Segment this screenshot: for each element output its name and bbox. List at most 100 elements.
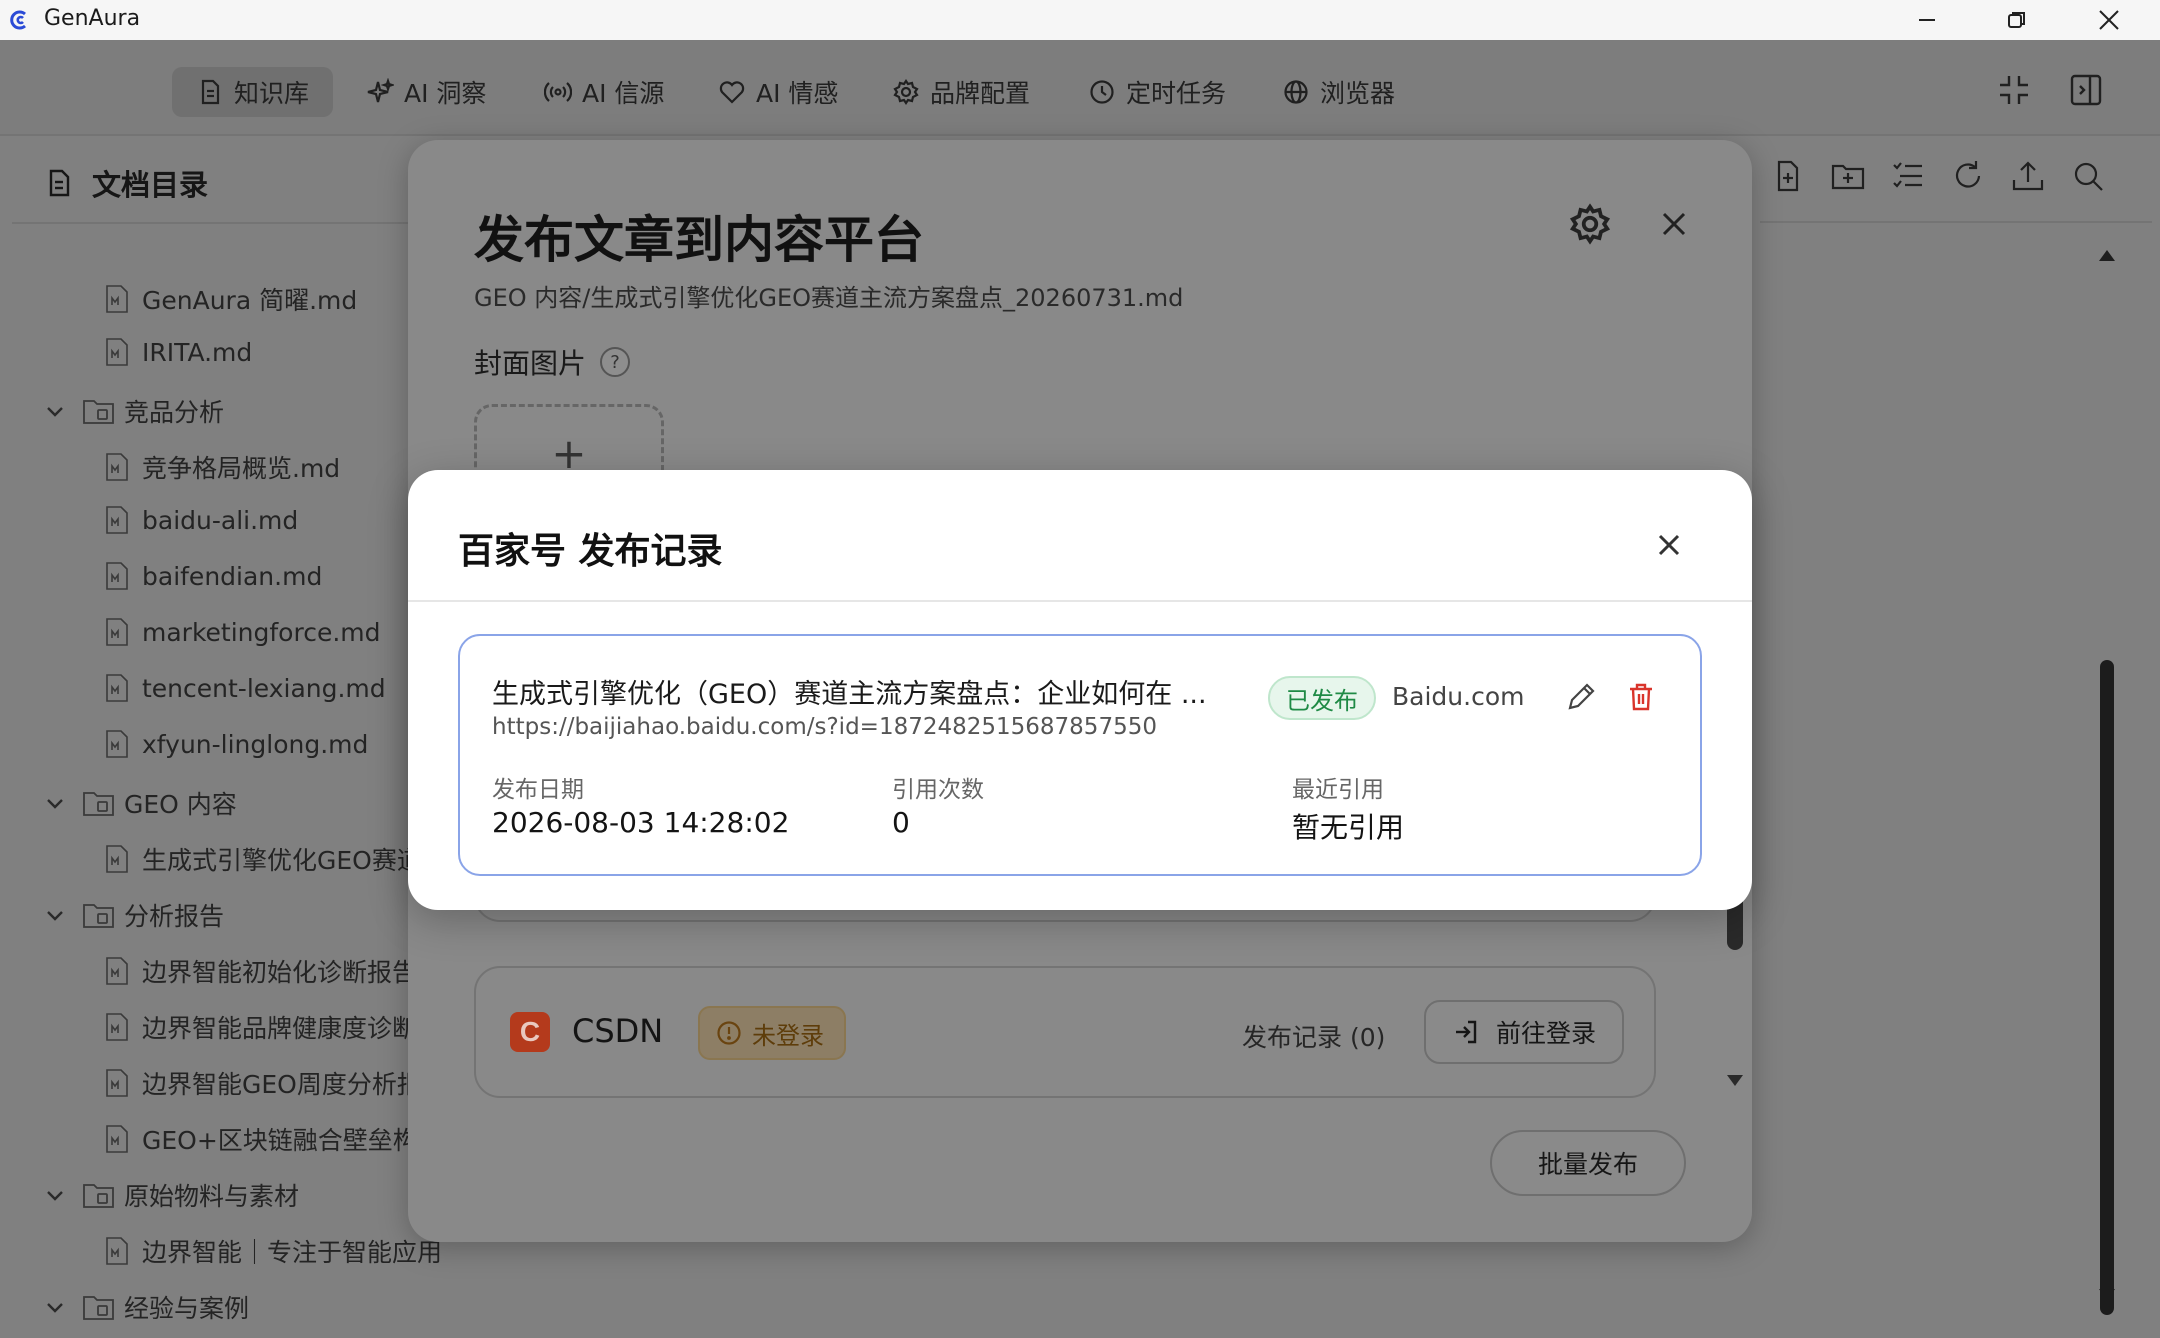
document-icon <box>201 79 220 105</box>
refresh-button[interactable] <box>1950 158 1986 198</box>
document-sidebar: 文档目录 GenAura 简曜.md IRITA.md 竞品分析竞争格局概览.md b… <box>0 138 443 1338</box>
nav-label: AI 洞察 <box>404 79 487 108</box>
chevron-down-icon[interactable] <box>44 904 66 926</box>
upload-button[interactable] <box>2010 158 2046 198</box>
folder-icon <box>82 396 116 426</box>
chevron-down-icon[interactable] <box>44 1296 66 1318</box>
markdown-file-icon <box>104 1012 130 1042</box>
tree-item-label: baifendian.md <box>142 561 323 591</box>
tree-item-label: IRITA.md <box>142 337 253 367</box>
markdown-file-icon <box>104 452 130 482</box>
dialog-title: 百家号 发布记录 <box>458 531 723 572</box>
markdown-file-icon <box>104 284 130 314</box>
restore-icon <box>2008 12 2025 28</box>
nav-ai-source[interactable]: AI 信源 <box>520 67 688 117</box>
tree-file[interactable]: 边界智能品牌健康度诊断 <box>104 1009 417 1045</box>
folder-icon <box>82 788 116 818</box>
tree-item-label: 边界智能品牌健康度诊断 <box>142 1014 418 1043</box>
app-logo-icon <box>10 10 26 30</box>
close-modal-button[interactable] <box>1654 204 1694 244</box>
nav-brand-config[interactable]: 品牌配置 <box>868 67 1054 117</box>
settings-button[interactable] <box>1568 202 1612 246</box>
document-path: GEO 内容/生成式引擎优化GEO赛道主流方案盘点_20260731.md <box>474 284 1184 312</box>
markdown-file-icon <box>104 1236 130 1266</box>
tree-file[interactable]: 边界智能GEO周度分析报 <box>104 1065 422 1101</box>
tree-file[interactable]: IRITA.md <box>104 337 252 367</box>
restore-button[interactable] <box>1984 0 2050 40</box>
tree-file[interactable]: marketingforce.md <box>104 617 381 647</box>
markdown-file-icon <box>104 673 130 703</box>
record-url[interactable]: https://baijiahao.baidu.com/s?id=1872482… <box>492 714 1157 740</box>
help-icon[interactable]: ? <box>600 347 631 377</box>
tree-file[interactable]: tencent-lexiang.md <box>104 673 386 703</box>
scrollbar-thumb[interactable] <box>2100 660 2114 1315</box>
tree-file[interactable]: 边界智能｜专注于智能应用 <box>104 1233 442 1269</box>
tree-file[interactable]: GEO+区块链融合壁垒构筑 <box>104 1121 443 1157</box>
nav-label: 知识库 <box>234 79 310 108</box>
nav-ai-insight[interactable]: AI 洞察 <box>342 67 510 117</box>
login-icon <box>1455 1020 1477 1044</box>
tree-folder[interactable]: 竞品分析 <box>44 393 224 429</box>
chevron-down-icon[interactable] <box>44 1184 66 1206</box>
new-file-icon <box>1777 160 1799 192</box>
scroll-up-icon[interactable] <box>2098 248 2116 262</box>
broadcast-icon <box>544 82 572 102</box>
close-dialog-button[interactable] <box>1652 528 1686 562</box>
publish-record-card: 生成式引擎优化（GEO）赛道主流方案盘点：企业如何在 ... https://b… <box>458 634 1702 876</box>
warning-icon <box>717 1021 741 1045</box>
publish-records-link[interactable]: 发布记录 (0) <box>1242 1018 1385 1054</box>
tree-file[interactable]: GenAura 简曜.md <box>104 281 357 317</box>
cover-image-label: 封面图片 ? <box>474 342 631 382</box>
nav-browser[interactable]: 浏览器 <box>1258 67 1419 117</box>
cover-label-text: 封面图片 <box>474 347 587 380</box>
tree-item-label: 生成式引擎优化GEO赛道 <box>142 846 422 875</box>
sidebar-header: 文档目录 <box>44 162 208 204</box>
edit-record-button[interactable] <box>1564 680 1598 714</box>
tree-item-label: 竞品分析 <box>124 398 225 427</box>
delete-record-button[interactable] <box>1624 680 1658 714</box>
markdown-file-icon <box>104 844 130 874</box>
tree-item-label: 边界智能GEO周度分析报 <box>142 1070 422 1099</box>
tree-folder[interactable]: 分析报告 <box>44 897 224 933</box>
platform-card-csdn: C CSDN 未登录 发布记录 (0) 前往登录 <box>474 966 1656 1098</box>
scroll-down-icon[interactable] <box>1726 1074 1744 1088</box>
tree-item-label: 竞争格局概览.md <box>142 454 341 483</box>
toggle-panel-button[interactable] <box>2068 72 2108 112</box>
tree-file[interactable]: baidu-ali.md <box>104 505 298 535</box>
tree-file[interactable]: baifendian.md <box>104 561 322 591</box>
new-file-button[interactable] <box>1770 158 1806 198</box>
tree-folder[interactable]: 经验与案例 <box>44 1289 249 1325</box>
tree-folder[interactable]: GEO 内容 <box>44 785 237 821</box>
collapse-button[interactable] <box>1996 72 2036 112</box>
gear-icon <box>893 79 919 105</box>
tree-file[interactable]: 竞争格局概览.md <box>104 449 340 485</box>
csdn-logo: C <box>510 1012 550 1052</box>
last-citation-label: 最近引用 <box>1292 777 1384 803</box>
tree-file[interactable]: 生成式引擎优化GEO赛道 <box>104 841 422 877</box>
go-login-button[interactable]: 前往登录 <box>1424 1000 1624 1064</box>
nav-knowledge-base[interactable]: 知识库 <box>172 67 334 117</box>
document-icon <box>49 169 70 197</box>
minimize-button[interactable] <box>1894 0 1960 40</box>
new-folder-button[interactable] <box>1830 158 1866 198</box>
markdown-file-icon <box>104 1124 130 1154</box>
nav-label: AI 信源 <box>582 79 665 108</box>
outline-button[interactable] <box>1890 158 1926 198</box>
close-icon <box>1658 534 1680 556</box>
nav-label: 浏览器 <box>1320 79 1396 108</box>
nav-scheduled-tasks[interactable]: 定时任务 <box>1064 67 1250 117</box>
chevron-down-icon[interactable] <box>44 400 66 422</box>
nav-ai-sentiment[interactable]: AI 情感 <box>694 67 862 117</box>
tree-file[interactable]: 边界智能初始化诊断报告. <box>104 953 425 989</box>
close-window-button[interactable] <box>2076 0 2142 40</box>
search-button[interactable] <box>2070 158 2106 198</box>
tree-file[interactable]: xfyun-linglong.md <box>104 729 368 759</box>
batch-publish-button[interactable]: 批量发布 <box>1490 1130 1686 1196</box>
chevron-down-icon[interactable] <box>44 792 66 814</box>
markdown-file-icon <box>104 617 130 647</box>
divider <box>408 600 1752 602</box>
nav-label: 定时任务 <box>1126 79 1227 108</box>
tree-folder[interactable]: 原始物料与素材 <box>44 1177 299 1213</box>
trash-icon <box>1630 683 1652 711</box>
nav-label: AI 情感 <box>756 79 839 108</box>
